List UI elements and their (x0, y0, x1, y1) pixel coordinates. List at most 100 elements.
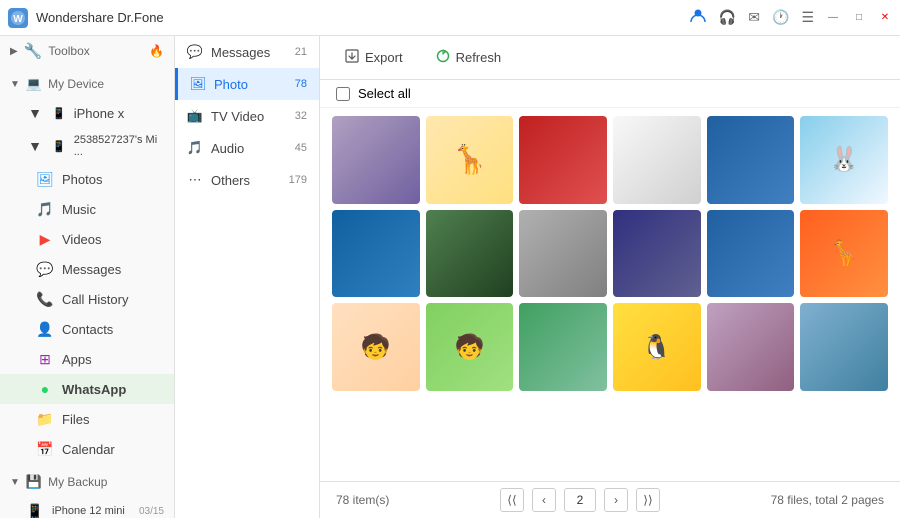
cat-photo[interactable]: 🖼 Photo 78 (175, 68, 319, 100)
sidebar-item-iphone12[interactable]: 📱 iPhone 12 mini 03/15 (0, 496, 174, 518)
sidebar-item-whatsapp[interactable]: ● WhatsApp (0, 374, 174, 404)
refresh-icon (435, 48, 451, 67)
sidebar-item-mi[interactable]: ▼ 📱 2538527237's Mi ... (0, 128, 174, 164)
photo-thumb-15[interactable] (519, 303, 607, 391)
app-title: Wondershare Dr.Fone (36, 10, 164, 25)
cat-messages[interactable]: 💬 Messages 21 (175, 36, 319, 68)
select-all-row: Select all (320, 80, 900, 108)
cat-messages-icon: 💬 (187, 44, 203, 60)
photo-thumb-4[interactable] (613, 116, 701, 204)
prev-page-button[interactable]: ‹ (532, 488, 556, 512)
call-history-icon: 📞 (36, 290, 54, 308)
select-all-label: Select all (358, 86, 411, 101)
photo-thumb-3[interactable] (519, 116, 607, 204)
photo-thumb-17[interactable] (707, 303, 795, 391)
minimize-button[interactable]: — (826, 11, 840, 25)
titlebar: W Wondershare Dr.Fone 🎧 ✉ 🕐 ☰ — □ ✕ (0, 0, 900, 36)
cat-audio-left: 🎵 Audio (187, 140, 244, 156)
photo-thumb-11[interactable] (707, 210, 795, 298)
sidebar-item-call-history[interactable]: 📞 Call History (0, 284, 174, 314)
export-button[interactable]: Export (336, 44, 411, 71)
contacts-label: Contacts (62, 322, 164, 337)
my-device-header[interactable]: ▼ 💻 My Device (0, 70, 174, 98)
photo-thumb-18[interactable] (800, 303, 888, 391)
photo-thumb-10[interactable] (613, 210, 701, 298)
photo-thumb-12[interactable]: 🦒 (800, 210, 888, 298)
photo-thumb-13[interactable]: 🧒 (332, 303, 420, 391)
call-history-label: Call History (62, 292, 164, 307)
photo-thumb-1[interactable] (332, 116, 420, 204)
mi-label: 2538527237's Mi ... (74, 134, 164, 158)
cat-others-icon: ⋯ (187, 172, 203, 188)
sidebar: ▶ 🔧 Toolbox 🔥 ▼ 💻 My Device ▼ 📱 iPhone x… (0, 36, 175, 518)
photo-thumb-5[interactable] (707, 116, 795, 204)
cat-tv-video[interactable]: 📺 TV Video 32 (175, 100, 319, 132)
music-label: Music (62, 202, 164, 217)
photos-label: Photos (62, 172, 164, 187)
titlebar-left: W Wondershare Dr.Fone (8, 8, 164, 28)
user-icon[interactable] (689, 7, 707, 28)
sidebar-item-music[interactable]: 🎵 Music (0, 194, 174, 224)
cat-audio[interactable]: 🎵 Audio 45 (175, 132, 319, 164)
mail-icon[interactable]: ✉ (748, 9, 760, 26)
toolbox-header[interactable]: ▶ 🔧 Toolbox 🔥 (0, 36, 174, 66)
maximize-button[interactable]: □ (852, 11, 866, 25)
next-page-button[interactable]: › (604, 488, 628, 512)
cat-photo-count: 78 (295, 78, 307, 90)
cat-messages-left: 💬 Messages (187, 44, 270, 60)
last-page-button[interactable]: ⟩⟩ (636, 488, 660, 512)
photo-thumb-2[interactable]: 🦒 (426, 116, 514, 204)
photos-icon: 🖼 (36, 170, 54, 188)
calendar-icon: 📅 (36, 440, 54, 458)
contacts-icon: 👤 (36, 320, 54, 338)
close-button[interactable]: ✕ (878, 11, 892, 25)
pagination-controls: ⟨⟨ ‹ 2 › ⟩⟩ (500, 488, 660, 512)
cat-others-count: 179 (289, 174, 307, 186)
cat-tv-video-icon: 📺 (187, 108, 203, 124)
photo-thumb-6[interactable]: 🐰 (800, 116, 888, 204)
refresh-label: Refresh (456, 50, 502, 65)
iphone12-label: iPhone 12 mini (52, 505, 131, 517)
sidebar-item-files[interactable]: 📁 Files (0, 404, 174, 434)
my-backup-label: My Backup (48, 475, 107, 489)
cat-photo-icon: 🖼 (190, 76, 206, 92)
messages-label: Messages (62, 262, 164, 277)
headset-icon[interactable]: 🎧 (719, 9, 736, 26)
cat-others-label: Others (211, 173, 250, 188)
main-layout: ▶ 🔧 Toolbox 🔥 ▼ 💻 My Device ▼ 📱 iPhone x… (0, 36, 900, 518)
history-icon[interactable]: 🕐 (772, 9, 789, 26)
sidebar-item-videos[interactable]: ▶ Videos (0, 224, 174, 254)
page-input[interactable]: 2 (564, 488, 596, 512)
items-count: 78 item(s) (336, 493, 389, 507)
apps-label: Apps (62, 352, 164, 367)
pagination: 78 item(s) ⟨⟨ ‹ 2 › ⟩⟩ 78 files, total 2… (320, 481, 900, 518)
my-backup-header[interactable]: ▼ 💾 My Backup (0, 468, 174, 496)
sidebar-item-iphone-x[interactable]: ▼ 📱 iPhone x (0, 98, 174, 128)
cat-messages-label: Messages (211, 45, 270, 60)
files-label: Files (62, 412, 164, 427)
my-device-label: My Device (48, 77, 104, 91)
photo-thumb-8[interactable] (426, 210, 514, 298)
music-icon: 🎵 (36, 200, 54, 218)
sidebar-item-contacts[interactable]: 👤 Contacts (0, 314, 174, 344)
calendar-label: Calendar (62, 442, 164, 457)
select-all-checkbox[interactable] (336, 87, 350, 101)
first-page-button[interactable]: ⟨⟨ (500, 488, 524, 512)
photo-thumb-9[interactable] (519, 210, 607, 298)
cat-messages-count: 21 (295, 46, 307, 58)
sidebar-item-calendar[interactable]: 📅 Calendar (0, 434, 174, 464)
cat-tv-video-count: 32 (295, 110, 307, 122)
files-info: 78 files, total 2 pages (771, 493, 884, 507)
photo-thumb-7[interactable] (332, 210, 420, 298)
menu-icon[interactable]: ☰ (801, 9, 814, 26)
whatsapp-icon: ● (36, 380, 54, 398)
refresh-button[interactable]: Refresh (427, 44, 510, 71)
sidebar-item-apps[interactable]: ⊞ Apps (0, 344, 174, 374)
cat-others[interactable]: ⋯ Others 179 (175, 164, 319, 196)
sidebar-item-photos[interactable]: 🖼 Photos (0, 164, 174, 194)
titlebar-controls: 🎧 ✉ 🕐 ☰ — □ ✕ (689, 7, 892, 28)
photo-thumb-14[interactable]: 🧒 (426, 303, 514, 391)
sidebar-item-messages[interactable]: 💬 Messages (0, 254, 174, 284)
cat-audio-label: Audio (211, 141, 244, 156)
photo-thumb-16[interactable]: 🐧 (613, 303, 701, 391)
